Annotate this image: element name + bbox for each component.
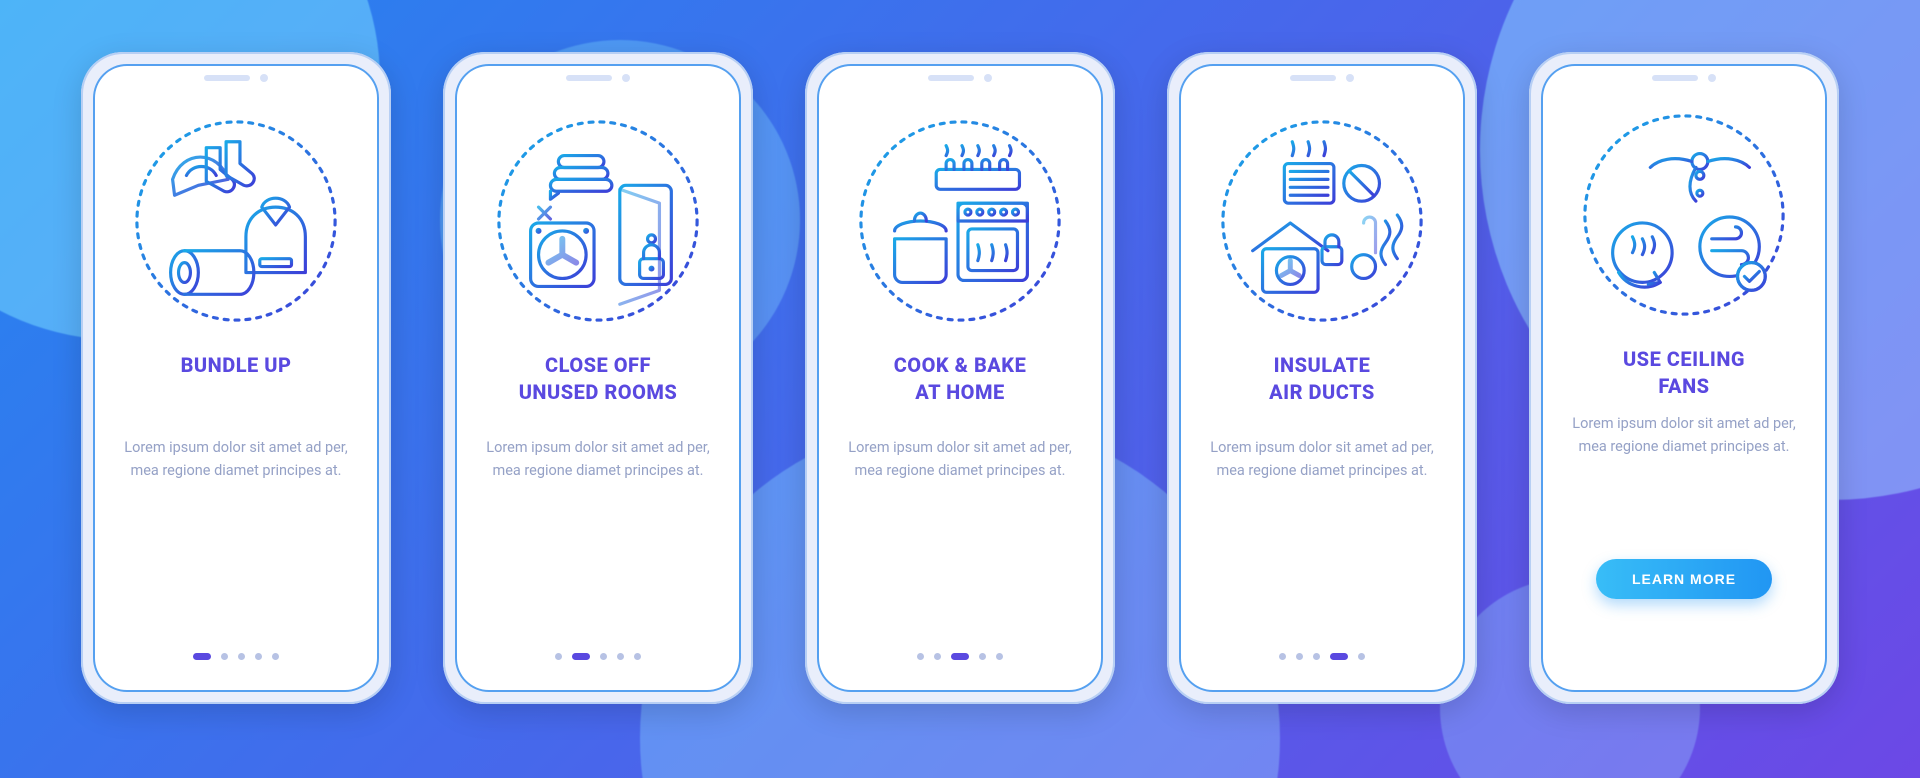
- pagination-dot[interactable]: [572, 653, 590, 660]
- phone-notch: [566, 74, 630, 82]
- pagination-dot[interactable]: [221, 653, 228, 660]
- pagination-dot[interactable]: [979, 653, 986, 660]
- pagination-dot[interactable]: [1330, 653, 1348, 660]
- phone-notch: [1652, 74, 1716, 82]
- air-duct-icon: [1213, 112, 1431, 330]
- pagination-dot[interactable]: [600, 653, 607, 660]
- pagination-dot[interactable]: [272, 653, 279, 660]
- slide-description: Lorem ipsum dolor sit amet ad per, mea r…: [1207, 436, 1437, 482]
- slide-title: COOK & BAKE AT HOME: [894, 352, 1027, 424]
- phone-mockup: INSULATE AIR DUCTS Lorem ipsum dolor sit…: [1167, 52, 1477, 704]
- slide-description: Lorem ipsum dolor sit amet ad per, mea r…: [845, 436, 1075, 482]
- pagination-dot[interactable]: [1358, 653, 1365, 660]
- phone-row: BUNDLE UP Lorem ipsum dolor sit amet ad …: [0, 52, 1920, 704]
- phone-mockup: CLOSE OFF UNUSED ROOMS Lorem ipsum dolor…: [443, 52, 753, 704]
- pagination-dot[interactable]: [617, 653, 624, 660]
- pagination-dot[interactable]: [1313, 653, 1320, 660]
- slide-description: Lorem ipsum dolor sit amet ad per, mea r…: [1569, 412, 1799, 458]
- slide-description: Lorem ipsum dolor sit amet ad per, mea r…: [483, 436, 713, 482]
- slide-title: INSULATE AIR DUCTS: [1269, 352, 1375, 424]
- phone-mockup: USE CEILING FANS Lorem ipsum dolor sit a…: [1529, 52, 1839, 704]
- pagination-dots: [193, 653, 279, 660]
- slide-title: USE CEILING FANS: [1623, 346, 1745, 406]
- slide-title: BUNDLE UP: [181, 352, 292, 424]
- pagination-dot[interactable]: [1296, 653, 1303, 660]
- phone-mockup: BUNDLE UP Lorem ipsum dolor sit amet ad …: [81, 52, 391, 704]
- onboarding-canvas: BUNDLE UP Lorem ipsum dolor sit amet ad …: [0, 0, 1920, 778]
- slide-title: CLOSE OFF UNUSED ROOMS: [519, 352, 678, 424]
- ceiling-fan-icon: [1575, 106, 1793, 324]
- learn-more-button[interactable]: LEARN MORE: [1596, 559, 1772, 599]
- pagination-dot[interactable]: [193, 653, 211, 660]
- clothing-icon: [127, 112, 345, 330]
- phone-screen: BUNDLE UP Lorem ipsum dolor sit amet ad …: [93, 64, 379, 692]
- phone-notch: [928, 74, 992, 82]
- pagination-dot[interactable]: [255, 653, 262, 660]
- pagination-dot[interactable]: [917, 653, 924, 660]
- pagination-dot[interactable]: [934, 653, 941, 660]
- pagination-dot[interactable]: [555, 653, 562, 660]
- pagination-dot[interactable]: [996, 653, 1003, 660]
- phone-screen: CLOSE OFF UNUSED ROOMS Lorem ipsum dolor…: [455, 64, 741, 692]
- closed-room-icon: [489, 112, 707, 330]
- phone-screen: COOK & BAKE AT HOME Lorem ipsum dolor si…: [817, 64, 1103, 692]
- pagination-dots: [1279, 653, 1365, 660]
- pagination-dot[interactable]: [634, 653, 641, 660]
- phone-screen: INSULATE AIR DUCTS Lorem ipsum dolor sit…: [1179, 64, 1465, 692]
- pagination-dot[interactable]: [951, 653, 969, 660]
- pagination-dots: [917, 653, 1003, 660]
- slide-description: Lorem ipsum dolor sit amet ad per, mea r…: [121, 436, 351, 482]
- pagination-dot[interactable]: [238, 653, 245, 660]
- phone-screen: USE CEILING FANS Lorem ipsum dolor sit a…: [1541, 64, 1827, 692]
- phone-notch: [1290, 74, 1354, 82]
- pagination-dots: [555, 653, 641, 660]
- pagination-dot[interactable]: [1279, 653, 1286, 660]
- cooking-icon: [851, 112, 1069, 330]
- phone-notch: [204, 74, 268, 82]
- phone-mockup: COOK & BAKE AT HOME Lorem ipsum dolor si…: [805, 52, 1115, 704]
